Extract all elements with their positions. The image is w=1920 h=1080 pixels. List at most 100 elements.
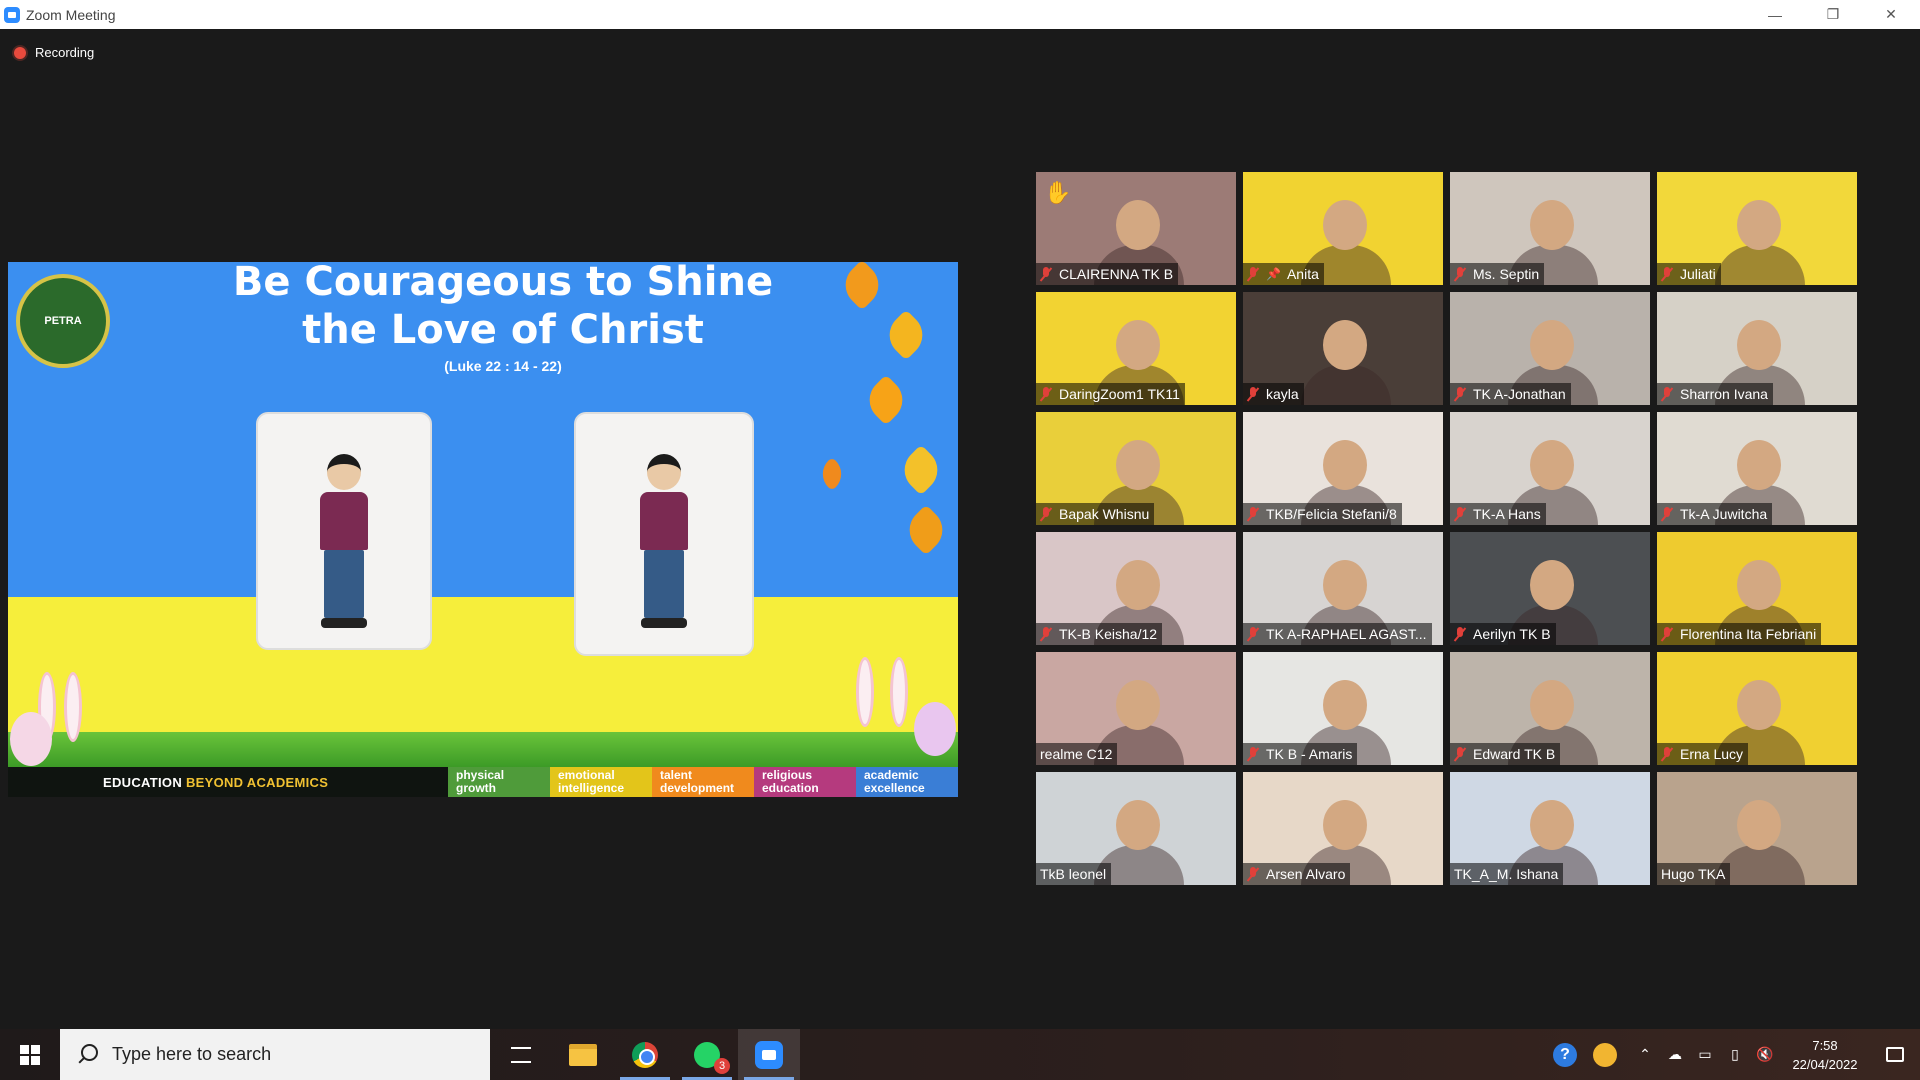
muted-mic-icon <box>1661 507 1673 521</box>
participant-tile[interactable]: TK B - Amaris <box>1243 652 1443 765</box>
participant-tile[interactable]: Tk-A Juwitcha <box>1657 412 1857 525</box>
muted-mic-icon <box>1661 627 1673 641</box>
muted-mic-icon <box>1661 747 1673 761</box>
muted-mic-icon <box>1454 627 1466 641</box>
start-button[interactable] <box>0 1029 60 1080</box>
participant-face <box>1530 200 1574 250</box>
participant-tile[interactable]: kayla <box>1243 292 1443 405</box>
network-icon[interactable]: ▭ <box>1690 1029 1720 1080</box>
participant-tile[interactable]: 📌 Anita <box>1243 172 1443 285</box>
action-center-button[interactable] <box>1870 1029 1920 1080</box>
participant-face <box>1530 680 1574 730</box>
participant-face <box>1737 320 1781 370</box>
participant-tile[interactable]: Bapak Whisnu <box>1036 412 1236 525</box>
task-view-button[interactable] <box>490 1029 552 1080</box>
shared-screen[interactable]: PETRA Be Courageous to Shine the Love of… <box>8 262 958 797</box>
show-hidden-icons-button[interactable]: ⌃ <box>1630 1029 1660 1080</box>
chrome-icon <box>632 1041 658 1068</box>
system-tray: ? ⌃ ☁ ▭ ▯ 🔇 7:58 22/04/2022 <box>1550 1029 1920 1080</box>
notification-icon <box>1886 1047 1904 1062</box>
help-icon: ? <box>1553 1042 1577 1067</box>
notification-badge: 3 <box>714 1058 730 1074</box>
muted-mic-icon <box>1661 267 1673 281</box>
participant-name-label: realme C12 <box>1036 743 1118 765</box>
participant-face <box>1737 200 1781 250</box>
restore-button[interactable]: ❐ <box>1804 0 1862 29</box>
weather-icon <box>1593 1042 1617 1067</box>
participant-tile[interactable]: Ms. Septin <box>1450 172 1650 285</box>
participant-face <box>1530 320 1574 370</box>
minimize-button[interactable]: — <box>1746 0 1804 29</box>
onedrive-icon[interactable]: ☁ <box>1660 1029 1690 1080</box>
taskbar-clock[interactable]: 7:58 22/04/2022 <box>1780 1036 1870 1074</box>
participant-tile[interactable]: ✋ CLAIRENNA TK B <box>1036 172 1236 285</box>
participant-tile[interactable]: Juliati <box>1657 172 1857 285</box>
child-card-right <box>574 412 754 656</box>
file-explorer-button[interactable] <box>552 1029 614 1080</box>
participant-tile[interactable]: TKB/Felicia Stefani/8 <box>1243 412 1443 525</box>
participant-tile[interactable]: Edward TK B <box>1450 652 1650 765</box>
participant-tile[interactable]: Arsen Alvaro <box>1243 772 1443 885</box>
participant-face <box>1323 440 1367 490</box>
participant-name-label: Hugo TKA <box>1657 863 1731 885</box>
whatsapp-button[interactable]: 3 <box>676 1029 738 1080</box>
muted-mic-icon <box>1454 387 1466 401</box>
raised-hand-icon: ✋ <box>1044 180 1072 205</box>
participant-name-label: TkB leonel <box>1036 863 1112 885</box>
participant-face <box>1116 200 1160 250</box>
muted-mic-icon <box>1040 267 1052 281</box>
windows-logo-icon <box>20 1044 40 1065</box>
participant-name-label: TKB/Felicia Stefani/8 <box>1243 503 1402 525</box>
window-title: Zoom Meeting <box>26 6 116 23</box>
participant-tile[interactable]: TK-A Hans <box>1450 412 1650 525</box>
participant-face <box>1116 440 1160 490</box>
participant-name-label: Aerilyn TK B <box>1450 623 1556 645</box>
chrome-button[interactable] <box>614 1029 676 1080</box>
recording-indicator[interactable]: Recording <box>14 45 94 60</box>
participant-tile[interactable]: Florentina Ita Febriani <box>1657 532 1857 645</box>
participant-tile[interactable]: Hugo TKA <box>1657 772 1857 885</box>
participant-tile[interactable]: DaringZoom1 TK11 <box>1036 292 1236 405</box>
window-controls: — ❐ ✕ <box>1746 0 1920 29</box>
participant-name-label: Juliati <box>1657 263 1721 285</box>
muted-mic-icon <box>1454 507 1466 521</box>
muted-mic-icon <box>1247 747 1259 761</box>
participant-tile[interactable]: TkB leonel <box>1036 772 1236 885</box>
slide-subtitle: (Luke 22 : 14 - 22) <box>444 358 562 374</box>
muted-mic-icon <box>1454 747 1466 761</box>
participant-face <box>1116 320 1160 370</box>
participant-name-label: TK A-RAPHAEL AGAST... <box>1243 623 1432 645</box>
muted-mic-icon <box>1454 267 1466 281</box>
muted-mic-icon <box>1661 387 1673 401</box>
participant-face <box>1116 800 1160 850</box>
clock-date: 22/04/2022 <box>1792 1056 1858 1072</box>
muted-mic-icon <box>1040 627 1052 641</box>
participant-tile[interactable]: TK_A_M. Ishana <box>1450 772 1650 885</box>
participant-face <box>1737 680 1781 730</box>
help-tray-button[interactable]: ? <box>1550 1029 1580 1080</box>
participant-tile[interactable]: TK A-RAPHAEL AGAST... <box>1243 532 1443 645</box>
search-placeholder: Type here to search <box>112 1044 272 1064</box>
participant-name-label: TK_A_M. Ishana <box>1450 863 1564 885</box>
participant-name-label: Erna Lucy <box>1657 743 1749 765</box>
participant-face <box>1530 560 1574 610</box>
folder-icon <box>569 1043 597 1066</box>
participant-tile[interactable]: TK A-Jonathan <box>1450 292 1650 405</box>
meeting-area: Recording PETRA Be Courageous to Shine t… <box>0 29 1920 1029</box>
taskbar-search-box[interactable]: Type here to search <box>60 1029 490 1080</box>
battery-icon[interactable]: ▯ <box>1720 1029 1750 1080</box>
easter-egg-decoration <box>10 712 52 766</box>
child-figure <box>640 454 688 628</box>
participant-tile[interactable]: realme C12 <box>1036 652 1236 765</box>
participant-tile[interactable]: TK-B Keisha/12 <box>1036 532 1236 645</box>
participant-tile[interactable]: Aerilyn TK B <box>1450 532 1650 645</box>
footer-pillar: emotional intelligence <box>550 767 652 797</box>
participant-tile[interactable]: Sharron Ivana <box>1657 292 1857 405</box>
participant-tile[interactable]: Erna Lucy <box>1657 652 1857 765</box>
close-button[interactable]: ✕ <box>1862 0 1920 29</box>
weather-tray-button[interactable] <box>1580 1029 1630 1080</box>
easter-egg-decoration <box>914 702 956 756</box>
zoom-taskbar-button[interactable] <box>738 1029 800 1080</box>
participant-name-label: Arsen Alvaro <box>1243 863 1351 885</box>
volume-muted-icon[interactable]: 🔇 <box>1750 1029 1780 1080</box>
